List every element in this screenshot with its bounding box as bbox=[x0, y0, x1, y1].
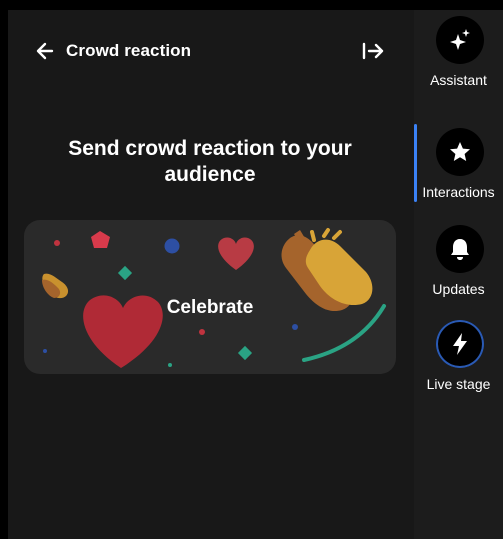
sidebar-item-interactions[interactable]: Interactions bbox=[414, 128, 503, 220]
sidebar-item-live-stage[interactable]: Live stage bbox=[414, 320, 503, 412]
left-border bbox=[0, 0, 8, 539]
sidebar-item-label: Assistant bbox=[430, 72, 487, 88]
collapse-panel-icon bbox=[362, 42, 384, 60]
panel-heading: Send crowd reaction to your audience bbox=[68, 137, 352, 186]
panel-title: Crowd reaction bbox=[66, 41, 192, 60]
reaction-label: Celebrate bbox=[166, 297, 254, 318]
sidebar-item-label: Live stage bbox=[426, 376, 491, 392]
heart-icon bbox=[218, 237, 254, 270]
arrow-left-icon bbox=[36, 42, 54, 60]
live-stage-button-circle bbox=[436, 320, 484, 368]
bell-icon bbox=[451, 239, 469, 260]
assistant-button-circle bbox=[436, 16, 484, 64]
sidebar-item-assistant[interactable]: Assistant bbox=[414, 16, 503, 108]
collapse-panel-button[interactable] bbox=[360, 40, 386, 62]
sparkle-icon bbox=[450, 29, 470, 50]
interactions-button-circle bbox=[436, 128, 484, 176]
panel-header: Crowd reaction bbox=[8, 10, 414, 92]
crowd-reaction-panel: Crowd reaction Send crowd reaction to yo… bbox=[8, 10, 414, 539]
sidebar-item-label: Updates bbox=[432, 281, 485, 297]
back-button[interactable] bbox=[34, 40, 56, 62]
updates-button-circle bbox=[436, 225, 484, 273]
sidebar-item-label: Interactions bbox=[422, 184, 495, 200]
clapping-hands-icon bbox=[42, 273, 69, 299]
sidebar-rail: Assistant Interactions Updates Live stag… bbox=[414, 10, 503, 539]
sidebar-item-updates[interactable]: Updates bbox=[414, 225, 503, 317]
pentagon-shape bbox=[91, 231, 110, 248]
lightning-icon bbox=[453, 333, 467, 355]
star-icon bbox=[450, 142, 470, 161]
celebrate-reaction-card[interactable]: Celebrate bbox=[24, 220, 396, 374]
top-border bbox=[0, 0, 503, 10]
